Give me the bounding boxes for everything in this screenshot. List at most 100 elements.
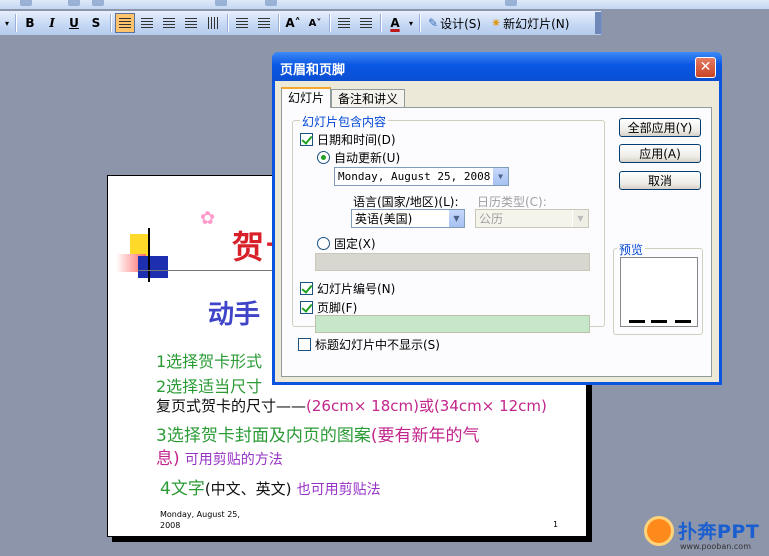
bullet-5-hint: 也可用剪贴法 [296, 482, 381, 498]
text-shadow-button[interactable]: S [86, 13, 106, 33]
slide-bullet-4[interactable]: 3选择贺卡封面及内页的图案(要有新年的气 [156, 421, 479, 446]
design-button[interactable]: ✎ 设计(S) [424, 13, 485, 33]
slide-bullet-3[interactable]: 复页式贺卡的尺寸——(26cm× 18cm)或(34cm× 12cm) [156, 395, 547, 416]
toolbar-icon-fragment [215, 0, 227, 6]
dialog-titlebar[interactable]: 页眉和页脚 ✕ [272, 52, 722, 81]
date-time-label: 日期和时间(D) [317, 133, 396, 147]
bullet-4-main: 3选择贺卡封面及内页的图案 [156, 426, 371, 446]
fixed-label: 固定(X) [334, 237, 376, 251]
underline-button[interactable]: U [64, 13, 84, 33]
align-right-icon [163, 18, 175, 28]
increase-font-button[interactable]: A˄ [283, 13, 303, 33]
decor-yellow-square [130, 234, 150, 256]
apply-to-all-button[interactable]: 全部应用(Y) [619, 118, 701, 137]
preview-date-placeholder [629, 320, 645, 323]
date-format-select[interactable]: Monday, August 25, 2008 ▼ [334, 167, 509, 186]
checkbox-checked-icon [300, 282, 313, 295]
fixed-date-input [315, 253, 590, 271]
align-left-icon [119, 18, 131, 28]
increase-indent-icon [360, 18, 372, 28]
tab-notes-handouts[interactable]: 备注和讲义 [331, 89, 406, 108]
toolbar-icon-fragment [92, 0, 104, 6]
date-format-value: Monday, August 25, 2008 [338, 170, 491, 183]
calendar-type-select: 公历 ▼ [475, 209, 589, 228]
footer-checkbox[interactable]: 页脚(F) [300, 299, 357, 316]
watermark-url: www.pooban.com [680, 542, 751, 551]
chevron-down-icon: ▼ [448, 210, 464, 227]
toolbar-separator [380, 14, 381, 32]
numbering-icon [236, 18, 248, 28]
slide-number-checkbox[interactable]: 幻灯片编号(N) [300, 280, 395, 297]
slide-bullet-1[interactable]: 1选择贺卡形式 [156, 348, 262, 372]
apply-button[interactable]: 应用(A) [619, 144, 701, 163]
bold-button[interactable]: B [20, 13, 40, 33]
decrease-indent-button[interactable] [334, 13, 354, 33]
hide-on-title-slide-checkbox[interactable]: 标题幻灯片中不显示(S) [298, 336, 440, 353]
italic-button[interactable]: I [42, 13, 62, 33]
align-center-button[interactable] [137, 13, 157, 33]
formatting-toolbar: ▾ B I U S A˄ A˅ A ▾ ✎ 设计(S) ✷ 新幻灯片(N) [0, 11, 602, 35]
toolbar-separator [329, 14, 330, 32]
distribute-button[interactable] [181, 13, 201, 33]
toolbar-options-grip[interactable] [595, 12, 601, 34]
slide-bullet-2[interactable]: 2选择适当尺寸 [156, 373, 262, 397]
tab-slide[interactable]: 幻灯片 [281, 87, 332, 108]
calendar-type-label: 日历类型(C): [477, 195, 547, 209]
preview-group: 预览 [613, 241, 703, 335]
align-left-button[interactable] [115, 13, 135, 33]
bullet-5-paren: (中文、英文) [204, 480, 292, 498]
checkbox-checked-icon [300, 301, 313, 314]
fixed-radio[interactable]: 固定(X) [317, 235, 376, 252]
bullet-4-cont-a: 息) [156, 449, 180, 469]
close-button[interactable]: ✕ [695, 57, 716, 78]
slide-footer-date: Monday, August 25, 2008 [160, 510, 240, 530]
distribute-icon [185, 18, 197, 28]
slide-number-label: 幻灯片编号(N) [317, 282, 396, 296]
auto-update-radio[interactable]: 自动更新(U) [317, 149, 400, 166]
font-size-dropdown-edge[interactable]: ▾ [3, 13, 11, 33]
text-direction-icon [208, 17, 218, 29]
new-slide-button[interactable]: ✷ 新幻灯片(N) [487, 13, 573, 33]
slide-bullet-4-cont[interactable]: 息) 可用剪贴的方法 [156, 444, 283, 469]
date-time-checkbox[interactable]: 日期和时间(D) [300, 131, 396, 148]
decrease-font-button[interactable]: A˅ [305, 13, 325, 33]
text-direction-button[interactable] [203, 13, 223, 33]
toolbar-icon-fragment [20, 0, 32, 6]
watermark-logo-icon [644, 516, 674, 546]
increase-indent-button[interactable] [356, 13, 376, 33]
toolbar-top-fragment [0, 0, 769, 9]
slide-bullet-5[interactable]: 4文字(中文、英文) 也可用剪贴法 [160, 474, 381, 499]
slide-page-number: 1 [553, 520, 559, 529]
dialog-body: 幻灯片 备注和讲义 幻灯片包含内容 日期和时间(D) 自动更新(U) Monda… [275, 81, 719, 382]
language-label: 语言(国家/地区)(L): [353, 195, 459, 209]
decor-horizontal-line [138, 270, 273, 271]
decor-vertical-line [148, 228, 150, 282]
angel-clipart-icon: ✿ [200, 208, 216, 229]
group-label: 幻灯片包含内容 [300, 113, 389, 130]
toolbar-icon-fragment [265, 0, 277, 6]
new-slide-label: 新幻灯片(N) [503, 16, 570, 31]
toolbar-separator [278, 14, 279, 32]
watermark-brand: 扑奔PPT [678, 521, 760, 543]
language-select[interactable]: 英语(美国) ▼ [351, 209, 465, 228]
footer-text-input[interactable] [315, 315, 590, 333]
font-color-button[interactable]: A [385, 13, 405, 33]
radio-selected-icon [317, 151, 330, 164]
dialog-tabs: 幻灯片 备注和讲义 [281, 87, 406, 108]
dialog-title: 页眉和页脚 [280, 63, 346, 78]
close-icon: ✕ [699, 59, 712, 75]
bullets-button[interactable] [254, 13, 274, 33]
header-footer-dialog: 页眉和页脚 ✕ 幻灯片 备注和讲义 幻灯片包含内容 日期和时间(D) 自动更新(… [272, 52, 722, 385]
slide-subtitle[interactable]: 动手 [208, 294, 260, 331]
font-color-dropdown[interactable]: ▾ [407, 13, 415, 33]
bullet-4-paren: (要有新年的气 [370, 426, 480, 446]
design-label: 设计(S) [440, 16, 482, 31]
cancel-button[interactable]: 取消 [619, 171, 701, 190]
auto-update-label: 自动更新(U) [334, 151, 401, 165]
toolbar-separator [110, 14, 111, 32]
align-right-button[interactable] [159, 13, 179, 33]
numbering-button[interactable] [232, 13, 252, 33]
preview-number-placeholder [675, 320, 691, 323]
include-on-slide-group: 幻灯片包含内容 日期和时间(D) 自动更新(U) Monday, August … [292, 113, 605, 333]
preview-thumbnail [620, 257, 698, 327]
